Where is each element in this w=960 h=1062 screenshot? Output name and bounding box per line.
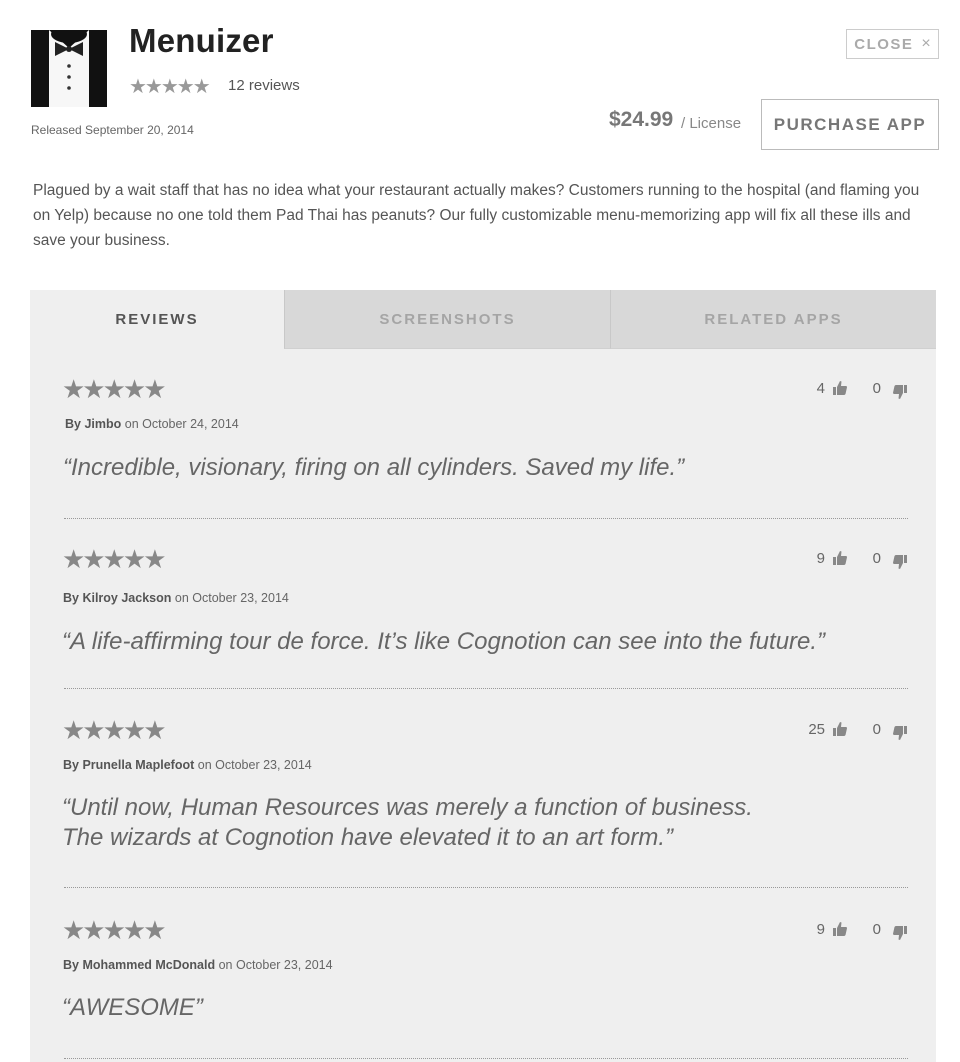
thumbs-down-icon[interactable] bbox=[892, 554, 908, 570]
review-date: on October 23, 2014 bbox=[174, 591, 289, 605]
app-description: Plagued by a wait staff that has no idea… bbox=[33, 182, 920, 249]
app-title: Menuizer bbox=[129, 22, 274, 59]
review-votes: 9 0 bbox=[788, 550, 908, 574]
review-stars: ★★★★★ bbox=[62, 544, 167, 574]
review-author: By Kilroy Jackson bbox=[63, 591, 172, 605]
close-button[interactable]: CLOSE × bbox=[846, 29, 939, 59]
upvote-count: 4 bbox=[816, 380, 825, 397]
review-date: on October 24, 2014 bbox=[124, 417, 239, 431]
review-byline: By Jimbo on October 24, 2014 bbox=[65, 417, 239, 431]
tab-screenshots[interactable]: SCREENSHOTS bbox=[284, 290, 610, 349]
reviews-panel: REVIEWS SCREENSHOTS RELATED APPS ★★★★★ 4… bbox=[30, 290, 936, 1062]
thumbs-down-icon[interactable] bbox=[892, 384, 908, 400]
tab-reviews[interactable]: REVIEWS bbox=[30, 290, 284, 349]
review-quote: “Incredible, visionary, firing on all cy… bbox=[63, 454, 685, 481]
review-divider bbox=[64, 688, 908, 689]
review-author: By Jimbo bbox=[65, 417, 122, 431]
app-rating-stars: ★★★★★ bbox=[129, 76, 211, 98]
downvote-count: 0 bbox=[872, 550, 881, 567]
review-stars: ★★★★★ bbox=[62, 915, 167, 945]
review-quote: “AWESOME” bbox=[62, 994, 203, 1021]
review-quote-line: The wizards at Cognotion have elevated i… bbox=[62, 824, 673, 851]
review-quote: “Until now, Human Resources was merely a… bbox=[62, 793, 753, 853]
app-icon bbox=[31, 30, 107, 107]
review-votes: 4 0 bbox=[788, 380, 908, 404]
review-item: ★★★★★ 4 0 By Jimbo on October 24, 2014 “… bbox=[62, 376, 908, 522]
downvote-count: 0 bbox=[872, 721, 881, 738]
review-item: ★★★★★ 9 0 By Kilroy Jackson on October 2… bbox=[62, 546, 908, 692]
thumbs-up-icon[interactable] bbox=[832, 380, 848, 396]
tab-related-apps[interactable]: RELATED APPS bbox=[610, 290, 936, 349]
downvote-count: 0 bbox=[872, 380, 881, 397]
review-date: on October 23, 2014 bbox=[218, 958, 333, 972]
upvote-count: 25 bbox=[808, 721, 825, 738]
review-byline: By Kilroy Jackson on October 23, 2014 bbox=[63, 591, 289, 605]
upvote-count: 9 bbox=[816, 921, 825, 938]
review-date: on October 23, 2014 bbox=[197, 758, 312, 772]
close-label: CLOSE bbox=[854, 35, 914, 53]
review-byline: By Mohammed McDonald on October 23, 2014 bbox=[63, 958, 333, 972]
close-icon: × bbox=[921, 35, 931, 52]
thumbs-up-icon[interactable] bbox=[832, 550, 848, 566]
review-votes: 25 0 bbox=[788, 721, 908, 745]
thumbs-down-icon[interactable] bbox=[892, 725, 908, 741]
thumbs-up-icon[interactable] bbox=[832, 921, 848, 937]
review-author: By Prunella Maplefoot bbox=[63, 758, 195, 772]
review-divider bbox=[64, 1058, 908, 1059]
thumbs-down-icon[interactable] bbox=[892, 925, 908, 941]
review-divider bbox=[64, 887, 908, 888]
thumbs-up-icon[interactable] bbox=[832, 721, 848, 737]
review-divider bbox=[64, 518, 908, 519]
review-quote-line: “Until now, Human Resources was merely a… bbox=[62, 794, 753, 821]
review-item: ★★★★★ 25 0 By Prunella Maplefoot on Octo… bbox=[62, 717, 908, 891]
review-stars: ★★★★★ bbox=[62, 715, 167, 745]
review-author: By Mohammed McDonald bbox=[63, 958, 216, 972]
review-votes: 9 0 bbox=[788, 921, 908, 945]
review-stars: ★★★★★ bbox=[62, 374, 167, 404]
downvote-count: 0 bbox=[872, 921, 881, 938]
upvote-count: 9 bbox=[816, 550, 825, 567]
review-item: ★★★★★ 9 0 By Mohammed McDonald on Octobe… bbox=[62, 917, 908, 1062]
review-quote: “A life-affirming tour de force. It’s li… bbox=[62, 628, 826, 655]
purchase-app-button[interactable]: PURCHASE APP bbox=[761, 99, 939, 150]
app-price: $24.99 bbox=[609, 108, 674, 131]
tab-bar: REVIEWS SCREENSHOTS RELATED APPS bbox=[30, 290, 936, 349]
release-date: Released September 20, 2014 bbox=[31, 123, 194, 137]
license-label: / License bbox=[681, 115, 742, 132]
review-byline: By Prunella Maplefoot on October 23, 201… bbox=[63, 758, 312, 772]
app-reviews-count[interactable]: 12 reviews bbox=[228, 77, 300, 94]
